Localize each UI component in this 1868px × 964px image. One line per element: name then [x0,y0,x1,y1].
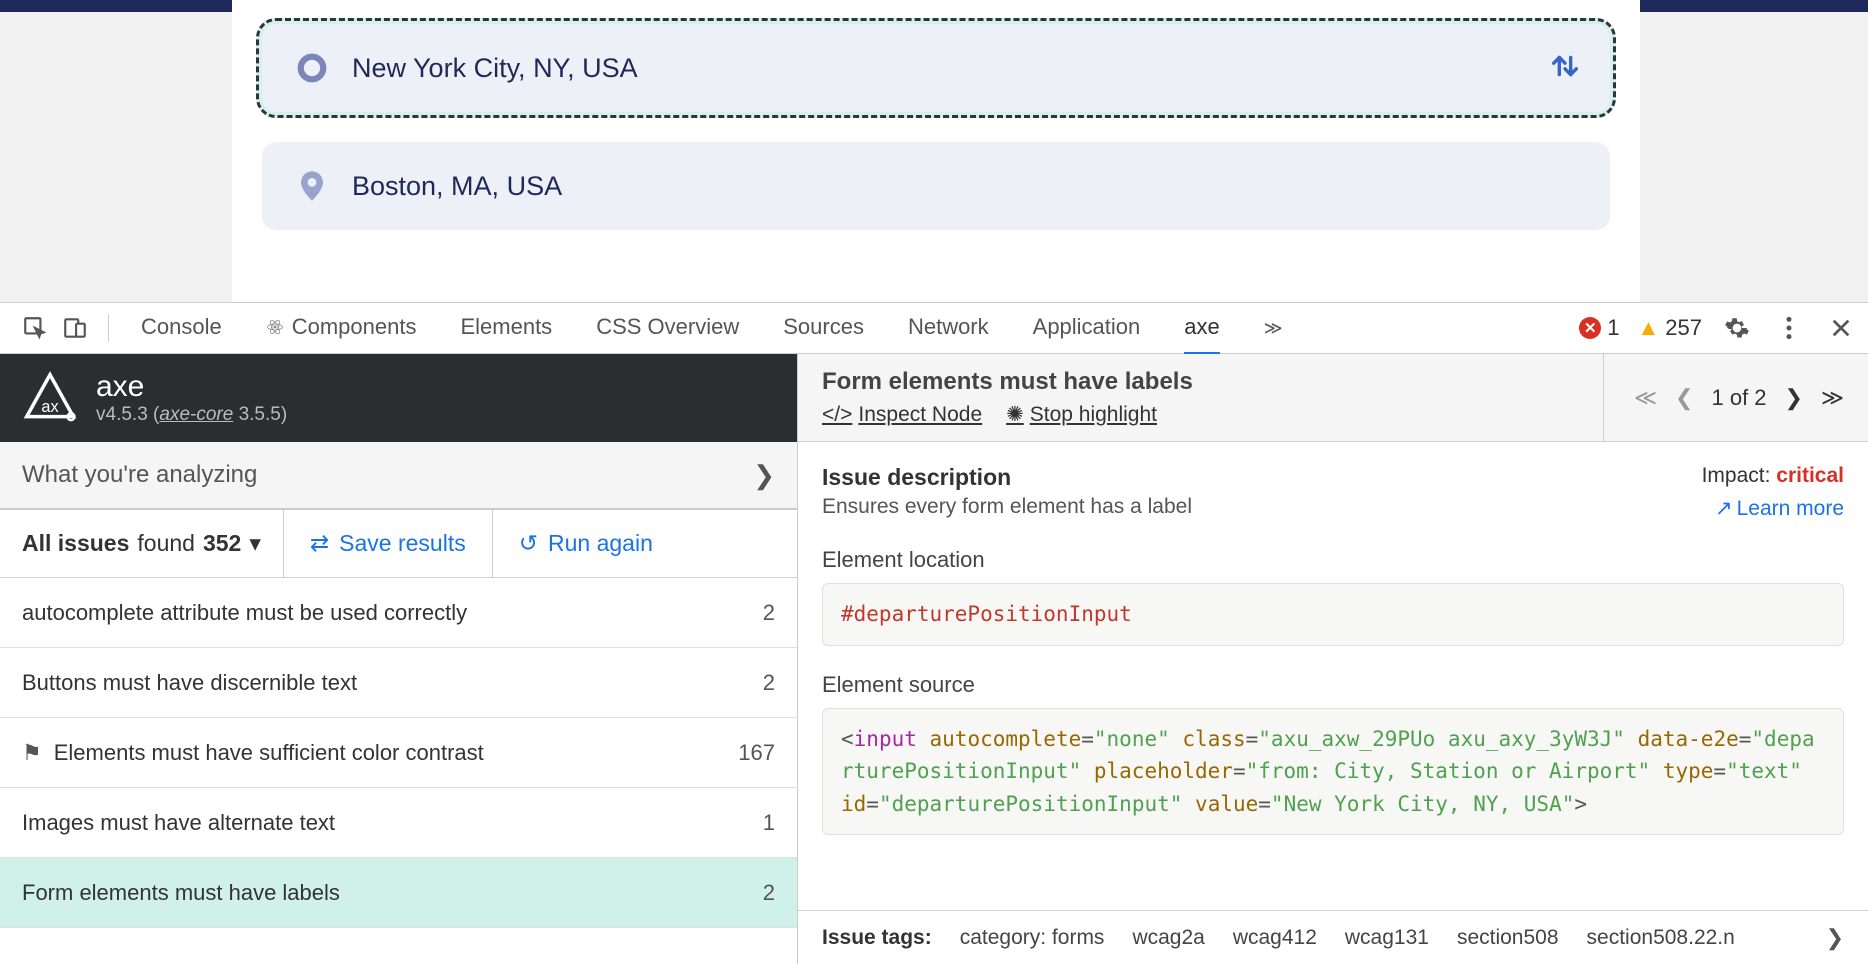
warning-icon: ▲ [1638,315,1660,341]
learn-more-link[interactable]: ↗ Learn more [1702,496,1844,521]
tab-css-overview[interactable]: CSS Overview [596,302,739,355]
stop-highlight-link[interactable]: ✺ Stop highlight [1006,402,1157,427]
detail-body: Issue description Ensures every form ele… [798,442,1868,910]
issues-list: autocomplete attribute must be used corr… [0,578,797,964]
axe-title: axe [96,370,287,404]
issue-row[interactable]: Form elements must have labels 2 [0,858,797,928]
flag-icon: ⚑ [22,740,42,765]
issue-tags-footer: Issue tags: category: forms wcag2a wcag412… [798,910,1868,964]
external-link-icon: ↗ [1715,496,1733,521]
nav-prev-icon[interactable]: ❮ [1675,385,1693,411]
from-value: New York City, NY, USA [352,53,638,84]
swap-arrows-icon: ⇄ [310,530,329,557]
tab-elements[interactable]: Elements [460,302,552,355]
element-location-label: Element location [822,547,1844,573]
detail-nav: ≪ ❮ 1 of 2 ❯ ≫ [1603,354,1844,441]
tab-sources[interactable]: Sources [783,302,864,355]
element-location-value[interactable]: #departurePositionInput [822,583,1844,646]
element-source-value[interactable]: <input autocomplete="none" class="axu_ax… [822,708,1844,836]
issue-count: 2 [763,600,775,626]
detail-title: Form elements must have labels [822,368,1193,396]
issue-label: Form elements must have labels [22,880,340,905]
issue-label: Elements must have sufficient color cont… [54,740,484,765]
nav-last-icon[interactable]: ≫ [1821,385,1844,411]
issue-row[interactable]: Images must have alternate text 1 [0,788,797,858]
issues-toolbar: All issues found 352 ▾ ⇄ Save results ↺ … [0,510,797,578]
issues-summary[interactable]: All issues found 352 ▾ [0,530,283,557]
caret-down-icon: ▾ [249,530,261,557]
issue-count: 1 [763,810,775,836]
destination-pin-icon [290,169,334,203]
issue-tag[interactable]: section508 [1457,926,1559,950]
element-source-label: Element source [822,672,1844,698]
issue-row[interactable]: Buttons must have discernible text 2 [0,648,797,718]
axe-version: v4.5.3 (axe-core 3.5.5) [96,404,287,426]
run-again-button[interactable]: ↺ Run again [492,510,679,577]
issue-tag[interactable]: wcag412 [1233,926,1317,950]
tab-components[interactable]: Components [266,302,417,355]
issue-count: 2 [763,670,775,696]
devtools-tabbar: Console Components Elements CSS Overview… [0,302,1868,354]
detail-header: Form elements must have labels </> Inspe… [798,354,1868,442]
issue-tags-label: Issue tags: [822,926,932,950]
issue-row[interactable]: ⚑ Elements must have sufficient color con… [0,718,797,788]
issue-row[interactable]: autocomplete attribute must be used corr… [0,578,797,648]
error-count[interactable]: ✕ 1 [1579,315,1619,341]
tab-network[interactable]: Network [908,302,989,355]
issue-label: Images must have alternate text [22,810,335,835]
issue-tag[interactable]: category: forms [960,926,1105,950]
origin-icon [290,53,334,83]
axe-logo-icon: ax [22,370,78,426]
from-field[interactable]: New York City, NY, USA [262,24,1610,112]
chevron-right-icon: ❯ [753,460,775,491]
inspect-node-link[interactable]: </> Inspect Node [822,402,982,427]
analyzing-row[interactable]: What you're analyzing ❯ [0,442,797,510]
to-field[interactable]: Boston, MA, USA [262,142,1610,230]
tab-application[interactable]: Application [1033,302,1141,355]
axe-header: ax axe v4.5.3 (axe-core 3.5.5) [0,354,797,442]
issue-tag[interactable]: wcag2a [1132,926,1204,950]
react-icon [266,318,284,336]
device-toggle-icon[interactable] [58,311,92,345]
refresh-icon: ↺ [519,530,538,557]
tab-axe[interactable]: axe [1184,302,1219,355]
to-value: Boston, MA, USA [352,171,562,202]
save-results-button[interactable]: ⇄ Save results [283,510,492,577]
code-icon: </> [822,403,852,427]
inspected-page: New York City, NY, USA Boston, MA, USA [0,0,1868,302]
tab-console[interactable]: Console [141,302,222,355]
impact-line: Impact: critical [1702,464,1844,488]
issue-tag[interactable]: section508.22.n [1587,926,1735,950]
issue-label: Buttons must have discernible text [22,670,357,695]
close-devtools-icon[interactable] [1824,311,1858,345]
issue-tag[interactable]: wcag131 [1345,926,1429,950]
more-tabs-icon[interactable]: ≫ [1264,318,1283,339]
issue-count: 167 [738,740,775,766]
gear-outline-icon: ✺ [1006,402,1024,427]
svg-text:ax: ax [41,398,58,416]
nav-position: 1 of 2 [1711,385,1766,411]
kebab-menu-icon[interactable] [1772,311,1806,345]
error-icon: ✕ [1579,317,1601,339]
issue-description-heading: Issue description [822,464,1192,491]
swap-icon[interactable] [1548,49,1582,88]
issue-label: autocomplete attribute must be used corr… [22,600,467,625]
issue-count: 2 [763,880,775,906]
nav-next-icon[interactable]: ❯ [1785,385,1803,411]
settings-icon[interactable] [1720,311,1754,345]
warning-count[interactable]: ▲ 257 [1638,315,1703,341]
nav-first-icon[interactable]: ≪ [1634,385,1657,411]
inspect-element-icon[interactable] [18,311,52,345]
issue-description-text: Ensures every form element has a label [822,495,1192,519]
tags-chevron-right-icon[interactable]: ❯ [1826,925,1844,951]
